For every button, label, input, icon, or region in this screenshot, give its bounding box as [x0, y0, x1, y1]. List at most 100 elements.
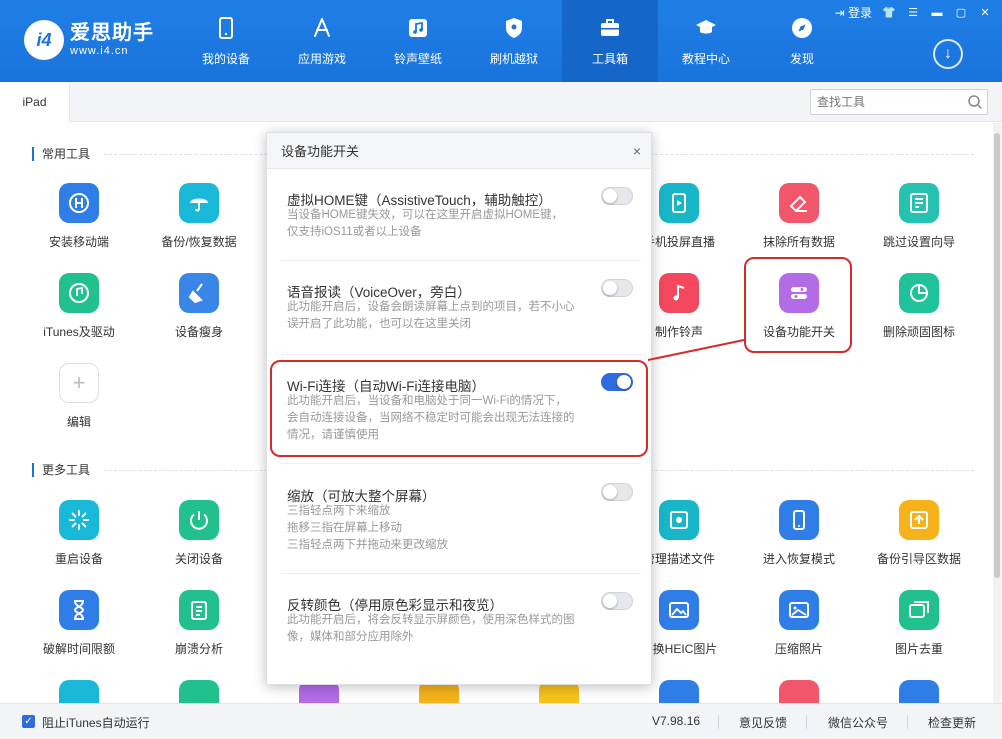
eraser-icon — [779, 183, 819, 223]
search-input[interactable] — [811, 90, 961, 114]
toggle-knob — [603, 485, 617, 499]
desc-line: 当设备HOME键失效，可以在这里开启虚拟HOME键， — [287, 209, 563, 221]
skin-icon[interactable]: 👕 — [882, 6, 896, 20]
tool-dedupe-photos[interactable]: 图片去重 — [864, 590, 974, 666]
appstore-icon — [310, 16, 334, 40]
toggle-invert-colors[interactable] — [601, 592, 633, 610]
option-zoom: 缩放（可放大整个屏幕） 三指轻点两下来缩放 拖移三指在屏幕上移动 三指轻点两下并… — [267, 464, 651, 574]
tool-label: 制作铃声 — [654, 325, 703, 339]
tool-itunes-driver[interactable]: iTunes及驱动 — [24, 273, 134, 349]
option-desc: 三指轻点两下来缩放 拖移三指在屏幕上移动 三指轻点两下并拖动来更改缩放 — [287, 503, 592, 554]
tool-label: 压缩照片 — [774, 642, 823, 656]
nav-apps-games[interactable]: 应用游戏 — [274, 0, 370, 82]
minimize-icon[interactable]: ▬ — [930, 6, 944, 20]
scrollbar-thumb[interactable] — [994, 133, 1000, 578]
option-desc: 当设备HOME键失效，可以在这里开启虚拟HOME键， 仅支持iOS11或者以上设… — [287, 207, 592, 241]
search-box — [810, 89, 988, 115]
toggle-knob — [603, 189, 617, 203]
boot-backup-icon — [899, 500, 939, 540]
tool-skip-setup[interactable]: 跳过设置向导 — [864, 183, 974, 259]
tool-label: 转换HEIC图片 — [640, 642, 718, 656]
nav-toolbox[interactable]: 工具箱 — [562, 0, 658, 82]
power-icon — [179, 500, 219, 540]
block-itunes-checkbox[interactable]: ✓ — [22, 715, 35, 728]
nav-label: 工具箱 — [591, 51, 628, 66]
search-icon[interactable] — [967, 94, 983, 110]
dialog-title: 设备功能开关 — [281, 144, 360, 159]
tool-edit[interactable]: + 编辑 — [24, 363, 134, 439]
toggle-assistive-touch[interactable] — [601, 187, 633, 205]
desc-line: 此功能开启后，设备会朗读屏幕上点到的项目，若不小心 — [287, 301, 575, 313]
nav-label: 我的设备 — [201, 51, 250, 66]
app-name: 爱思助手 — [70, 22, 154, 44]
tool-crack-screen-time[interactable]: 破解时间限额 — [24, 590, 134, 666]
compass-icon — [790, 16, 814, 40]
tool-device-cleanup[interactable]: 设备瘦身 — [144, 273, 254, 349]
maximize-icon[interactable]: ▢ — [954, 6, 968, 20]
toolbox-icon — [598, 16, 622, 40]
tool-delete-stubborn-icons[interactable]: 删除顽固图标 — [864, 273, 974, 349]
desc-line: 三指轻点两下来缩放 — [287, 505, 391, 517]
option-title: 缩放（可放大整个屏幕） — [287, 489, 436, 504]
battery-icon[interactable] — [179, 680, 219, 703]
app-header: i4 爱思助手 www.i4.cn 我的设备 应用游戏 铃声壁纸 刷机越狱 工具… — [0, 0, 1002, 82]
nav-label: 发现 — [789, 51, 814, 66]
status-footer: ✓ 阻止iTunes自动运行 V7.98.16 意见反馈 微信公众号 检查更新 — [0, 703, 1002, 739]
tool-erase-data[interactable]: 抹除所有数据 — [744, 183, 854, 259]
toggle-zoom[interactable] — [601, 483, 633, 501]
tool-install-mobile[interactable]: 安装移动端 — [24, 183, 134, 259]
download-icon[interactable]: ↓ — [933, 39, 963, 69]
restart-icon — [59, 500, 99, 540]
tool-label: 备份/恢复数据 — [161, 235, 237, 249]
nav-tutorials[interactable]: 教程中心 — [658, 0, 754, 82]
tool-label: 手机投屏直播 — [642, 235, 715, 249]
nav-my-device[interactable]: 我的设备 — [178, 0, 274, 82]
play-icon[interactable] — [659, 680, 699, 703]
plus-icon: + — [59, 363, 99, 403]
tool-backup-restore[interactable]: 备份/恢复数据 — [144, 183, 254, 259]
emoji-icon[interactable] — [779, 680, 819, 703]
nav-ringtones[interactable]: 铃声壁纸 — [370, 0, 466, 82]
option-title: 虚拟HOME键（AssistiveTouch，辅助触控） — [287, 193, 552, 208]
main-scrollbar[interactable] — [993, 123, 1001, 703]
option-invert-colors: 反转颜色（停用原色彩显示和夜览） 此功能开启后，将会反转显示屏颜色，使用深色样式… — [267, 574, 651, 674]
tab-ipad[interactable]: iPad — [0, 82, 70, 122]
tool-label: 关闭设备 — [174, 552, 223, 566]
window-controls: ⇥ 登录 👕 ☰ ▬ ▢ ✕ — [835, 4, 992, 21]
tool-recovery-mode[interactable]: 进入恢复模式 — [744, 500, 854, 576]
tool-label: 崩溃分析 — [174, 642, 223, 656]
block-itunes-label[interactable]: 阻止iTunes自动运行 — [42, 714, 150, 731]
close-window-icon[interactable]: ✕ — [978, 6, 992, 20]
image-icon — [779, 590, 819, 630]
close-icon[interactable]: × — [633, 143, 641, 159]
tool-restart-device[interactable]: 重启设备 — [24, 500, 134, 576]
app-url: www.i4.cn — [70, 45, 129, 57]
tool-backup-bootloader[interactable]: 备份引导区数据 — [864, 500, 974, 576]
login-link[interactable]: ⇥ 登录 — [835, 4, 872, 21]
tool-shutdown-device[interactable]: 关闭设备 — [144, 500, 254, 576]
tool-crash-analysis[interactable]: 崩溃分析 — [144, 590, 254, 666]
hourglass-icon — [59, 590, 99, 630]
download-app-icon[interactable] — [59, 680, 99, 703]
document-icon[interactable] — [899, 680, 939, 703]
ringtone-icon — [659, 273, 699, 313]
wechat-link[interactable]: 微信公众号 — [828, 714, 888, 731]
tool-compress-photos[interactable]: 压缩照片 — [744, 590, 854, 666]
toggle-voiceover[interactable] — [601, 279, 633, 297]
option-voiceover: 语音报读（VoiceOver，旁白） 此功能开启后，设备会朗读屏幕上点到的项目，… — [267, 261, 651, 353]
desc-line: 仅支持iOS11或者以上设备 — [287, 226, 422, 238]
check-update-link[interactable]: 检查更新 — [928, 714, 976, 731]
tool-label: 管理描述文件 — [642, 552, 715, 566]
menu-icon[interactable]: ☰ — [906, 6, 920, 20]
app-logo: i4 爱思助手 www.i4.cn — [24, 20, 154, 60]
tool-highlight-annotation — [744, 257, 852, 353]
tool-label: 进入恢复模式 — [762, 552, 835, 566]
feedback-link[interactable]: 意见反馈 — [739, 714, 787, 731]
shield-icon — [502, 16, 526, 40]
main-nav: 我的设备 应用游戏 铃声壁纸 刷机越狱 工具箱 教程中心 发现 — [178, 0, 850, 82]
tool-label: 抹除所有数据 — [762, 235, 835, 249]
tool-label: 设备瘦身 — [174, 325, 223, 339]
dialog-header: 设备功能开关 × — [267, 133, 651, 169]
nav-flash-jailbreak[interactable]: 刷机越狱 — [466, 0, 562, 82]
tool-label: 编辑 — [66, 415, 91, 429]
